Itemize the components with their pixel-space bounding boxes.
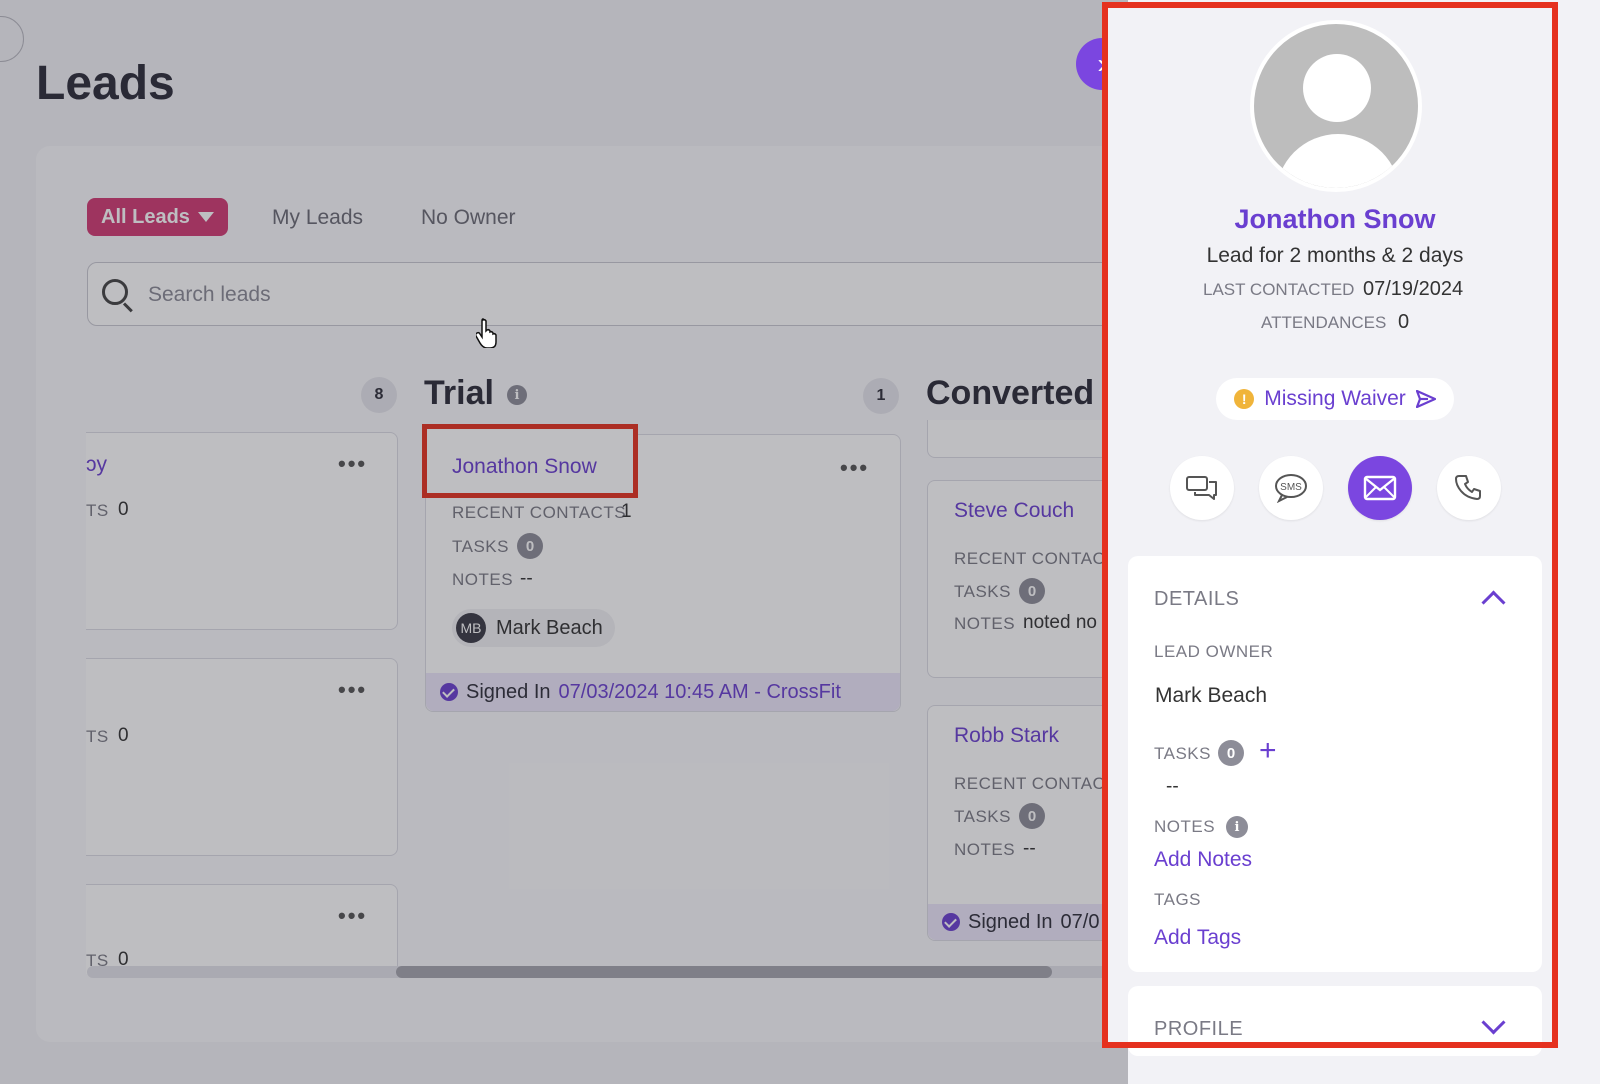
attendances-label: ATTENDANCES [1261, 313, 1387, 332]
lead-owner-label: LEAD OWNER [1154, 642, 1274, 661]
last-contacted-label: LAST CONTACTED [1203, 280, 1355, 299]
modal-backdrop[interactable] [0, 0, 1128, 1084]
email-button[interactable] [1348, 456, 1412, 520]
lead-detail-panel: Jonathon Snow Lead for 2 months & 2 days… [1104, 4, 1556, 1056]
details-section: DETAILS LEAD OWNER Mark Beach TASKS 0 + … [1128, 556, 1542, 972]
chat-icon [1186, 476, 1217, 500]
tasks-label: TASKS [1154, 744, 1211, 763]
lead-owner-value[interactable]: Mark Beach [1155, 684, 1267, 708]
phone-icon [1455, 475, 1481, 500]
chat-button[interactable] [1170, 456, 1234, 520]
phone-button[interactable] [1437, 456, 1501, 520]
hand-cursor-icon [476, 318, 497, 348]
last-contacted-value: 07/19/2024 [1363, 278, 1464, 300]
details-title: DETAILS [1154, 588, 1240, 610]
notes-label: NOTES [1154, 817, 1216, 836]
chevron-up-icon[interactable] [1481, 590, 1506, 615]
tags-label: TAGS [1154, 890, 1202, 909]
warning-icon: ! [1234, 389, 1255, 409]
missing-waiver-button[interactable]: ! Missing Waiver [1216, 378, 1454, 420]
svg-text:SMS: SMS [1280, 482, 1302, 493]
missing-waiver-label: Missing Waiver [1264, 387, 1406, 410]
email-icon [1363, 475, 1397, 501]
profile-section[interactable]: PROFILE [1128, 986, 1542, 1056]
lead-duration: Lead for 2 months & 2 days [1206, 244, 1464, 267]
profile-title: PROFILE [1154, 1018, 1244, 1040]
avatar [1250, 20, 1422, 192]
attendances-value: 0 [1398, 311, 1410, 333]
sms-button[interactable]: SMS [1259, 456, 1323, 520]
send-icon [1415, 390, 1436, 408]
chevron-down-icon[interactable] [1481, 1010, 1506, 1035]
sms-icon: SMS [1275, 474, 1307, 503]
info-icon[interactable]: i [1226, 816, 1248, 838]
add-tags-link[interactable]: Add Tags [1154, 926, 1241, 950]
tasks-count-badge: 0 [1218, 740, 1244, 766]
add-task-icon[interactable]: + [1259, 736, 1277, 766]
add-notes-link[interactable]: Add Notes [1154, 848, 1252, 872]
lead-name: Jonathon Snow [1234, 204, 1436, 234]
tasks-value: -- [1166, 776, 1179, 797]
